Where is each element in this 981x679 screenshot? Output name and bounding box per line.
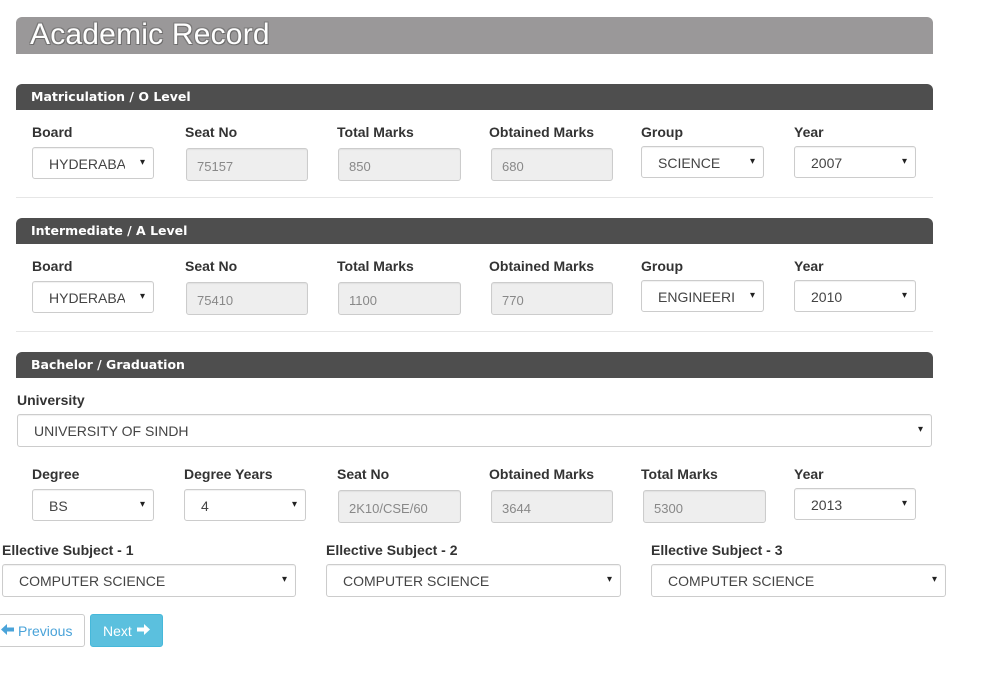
group-label: Group — [641, 258, 683, 274]
chevron-down-icon: ▾ — [281, 574, 287, 585]
matric-seat-no-field: 75157 — [186, 148, 308, 181]
select-value: ENGINEERI — [658, 289, 736, 305]
chevron-down-icon: ▾ — [606, 574, 612, 585]
field-value: 1100 — [349, 293, 377, 308]
seat-no-label: Seat No — [185, 124, 238, 140]
elective-subject-1-label: Ellective Subject - 1 — [2, 542, 134, 558]
inter-board-select[interactable]: HYDERABA ▾ — [32, 281, 154, 313]
degree-select[interactable]: BS ▾ — [32, 489, 154, 521]
total-marks-label: Total Marks — [337, 124, 414, 140]
chevron-down-icon: ▾ — [291, 499, 297, 510]
matric-group-select[interactable]: SCIENCE ▾ — [641, 146, 764, 178]
arrow-right-icon — [137, 623, 150, 639]
next-button[interactable]: Next — [90, 614, 163, 647]
field-value: 3644 — [502, 501, 531, 516]
select-value: 2007 — [811, 155, 843, 171]
elective-subject-1-select[interactable]: COMPUTER SCIENCE ▾ — [2, 564, 296, 597]
select-value: HYDERABA — [49, 290, 125, 306]
previous-button[interactable]: Previous — [0, 614, 85, 647]
chevron-down-icon: ▾ — [901, 498, 907, 509]
select-value: UNIVERSITY OF SINDH — [34, 423, 189, 439]
chevron-down-icon: ▾ — [917, 424, 923, 435]
select-value: BS — [49, 498, 68, 514]
chevron-down-icon: ▾ — [139, 157, 145, 168]
section-header-matriculation: Matriculation / O Level — [16, 84, 933, 110]
seat-no-label: Seat No — [337, 466, 390, 482]
bachelor-obtained-marks-field: 3644 — [491, 490, 613, 523]
arrow-left-icon — [1, 623, 14, 639]
university-select[interactable]: UNIVERSITY OF SINDH ▾ — [17, 414, 932, 447]
matric-year-select[interactable]: 2007 ▾ — [794, 146, 916, 178]
chevron-down-icon: ▾ — [901, 290, 907, 301]
chevron-down-icon: ▾ — [139, 499, 145, 510]
chevron-down-icon: ▾ — [901, 156, 907, 167]
section-header-intermediate: Intermediate / A Level — [16, 218, 933, 244]
obtained-marks-label: Obtained Marks — [489, 124, 595, 140]
total-marks-label: Total Marks — [641, 466, 718, 482]
year-label: Year — [794, 258, 824, 274]
select-value: 4 — [201, 498, 209, 514]
matric-board-select[interactable]: HYDERABA ▾ — [32, 147, 154, 179]
field-value: 770 — [502, 293, 524, 308]
bachelor-year-select[interactable]: 2013 ▾ — [794, 488, 916, 520]
field-value: 2K10/CSE/60 — [349, 501, 428, 516]
inter-year-select[interactable]: 2010 ▾ — [794, 280, 916, 312]
field-value: 5300 — [654, 501, 683, 516]
board-label: Board — [32, 124, 73, 140]
select-value: 2013 — [811, 497, 843, 513]
elective-subject-2-select[interactable]: COMPUTER SCIENCE ▾ — [326, 564, 621, 597]
inter-obtained-marks-field: 770 — [491, 282, 613, 315]
elective-subject-2-label: Ellective Subject - 2 — [326, 542, 458, 558]
chevron-down-icon: ▾ — [931, 574, 937, 585]
obtained-marks-label: Obtained Marks — [489, 258, 595, 274]
university-label: University — [17, 392, 85, 408]
degree-years-label: Degree Years — [184, 466, 273, 482]
obtained-marks-label: Obtained Marks — [489, 466, 595, 482]
select-value: COMPUTER SCIENCE — [19, 573, 166, 589]
section-header-bachelor: Bachelor / Graduation — [16, 352, 933, 378]
page-title: Academic Record — [30, 18, 270, 51]
bachelor-seat-no-field: 2K10/CSE/60 — [338, 490, 461, 523]
divider — [16, 197, 933, 198]
section-title: Matriculation / O Level — [31, 89, 191, 104]
total-marks-label: Total Marks — [337, 258, 414, 274]
elective-subject-3-label: Ellective Subject - 3 — [651, 542, 783, 558]
group-label: Group — [641, 124, 683, 140]
seat-no-label: Seat No — [185, 258, 238, 274]
chevron-down-icon: ▾ — [749, 290, 755, 301]
inter-total-marks-field: 1100 — [338, 282, 461, 315]
next-label: Next — [103, 623, 132, 639]
degree-years-select[interactable]: 4 ▾ — [184, 489, 306, 521]
field-value: 75157 — [197, 159, 234, 174]
matric-total-marks-field: 850 — [338, 148, 461, 181]
select-value: COMPUTER SCIENCE — [343, 573, 490, 589]
inter-seat-no-field: 75410 — [186, 282, 308, 315]
section-title: Bachelor / Graduation — [31, 357, 185, 372]
select-value: HYDERABA — [49, 156, 125, 172]
degree-label: Degree — [32, 466, 80, 482]
divider — [16, 331, 933, 332]
field-value: 850 — [349, 159, 371, 174]
section-title: Intermediate / A Level — [31, 223, 188, 238]
previous-label: Previous — [18, 623, 73, 639]
year-label: Year — [794, 124, 824, 140]
elective-subject-3-select[interactable]: COMPUTER SCIENCE ▾ — [651, 564, 946, 597]
matric-obtained-marks-field: 680 — [491, 148, 613, 181]
board-label: Board — [32, 258, 73, 274]
select-value: COMPUTER SCIENCE — [668, 573, 815, 589]
chevron-down-icon: ▾ — [139, 291, 145, 302]
chevron-down-icon: ▾ — [749, 156, 755, 167]
select-value: SCIENCE — [658, 155, 721, 171]
page-header: Academic Record — [16, 17, 933, 54]
select-value: 2010 — [811, 289, 843, 305]
field-value: 680 — [502, 159, 524, 174]
field-value: 75410 — [197, 293, 234, 308]
bachelor-total-marks-field: 5300 — [643, 490, 766, 523]
inter-group-select[interactable]: ENGINEERI ▾ — [641, 280, 764, 312]
year-label: Year — [794, 466, 824, 482]
